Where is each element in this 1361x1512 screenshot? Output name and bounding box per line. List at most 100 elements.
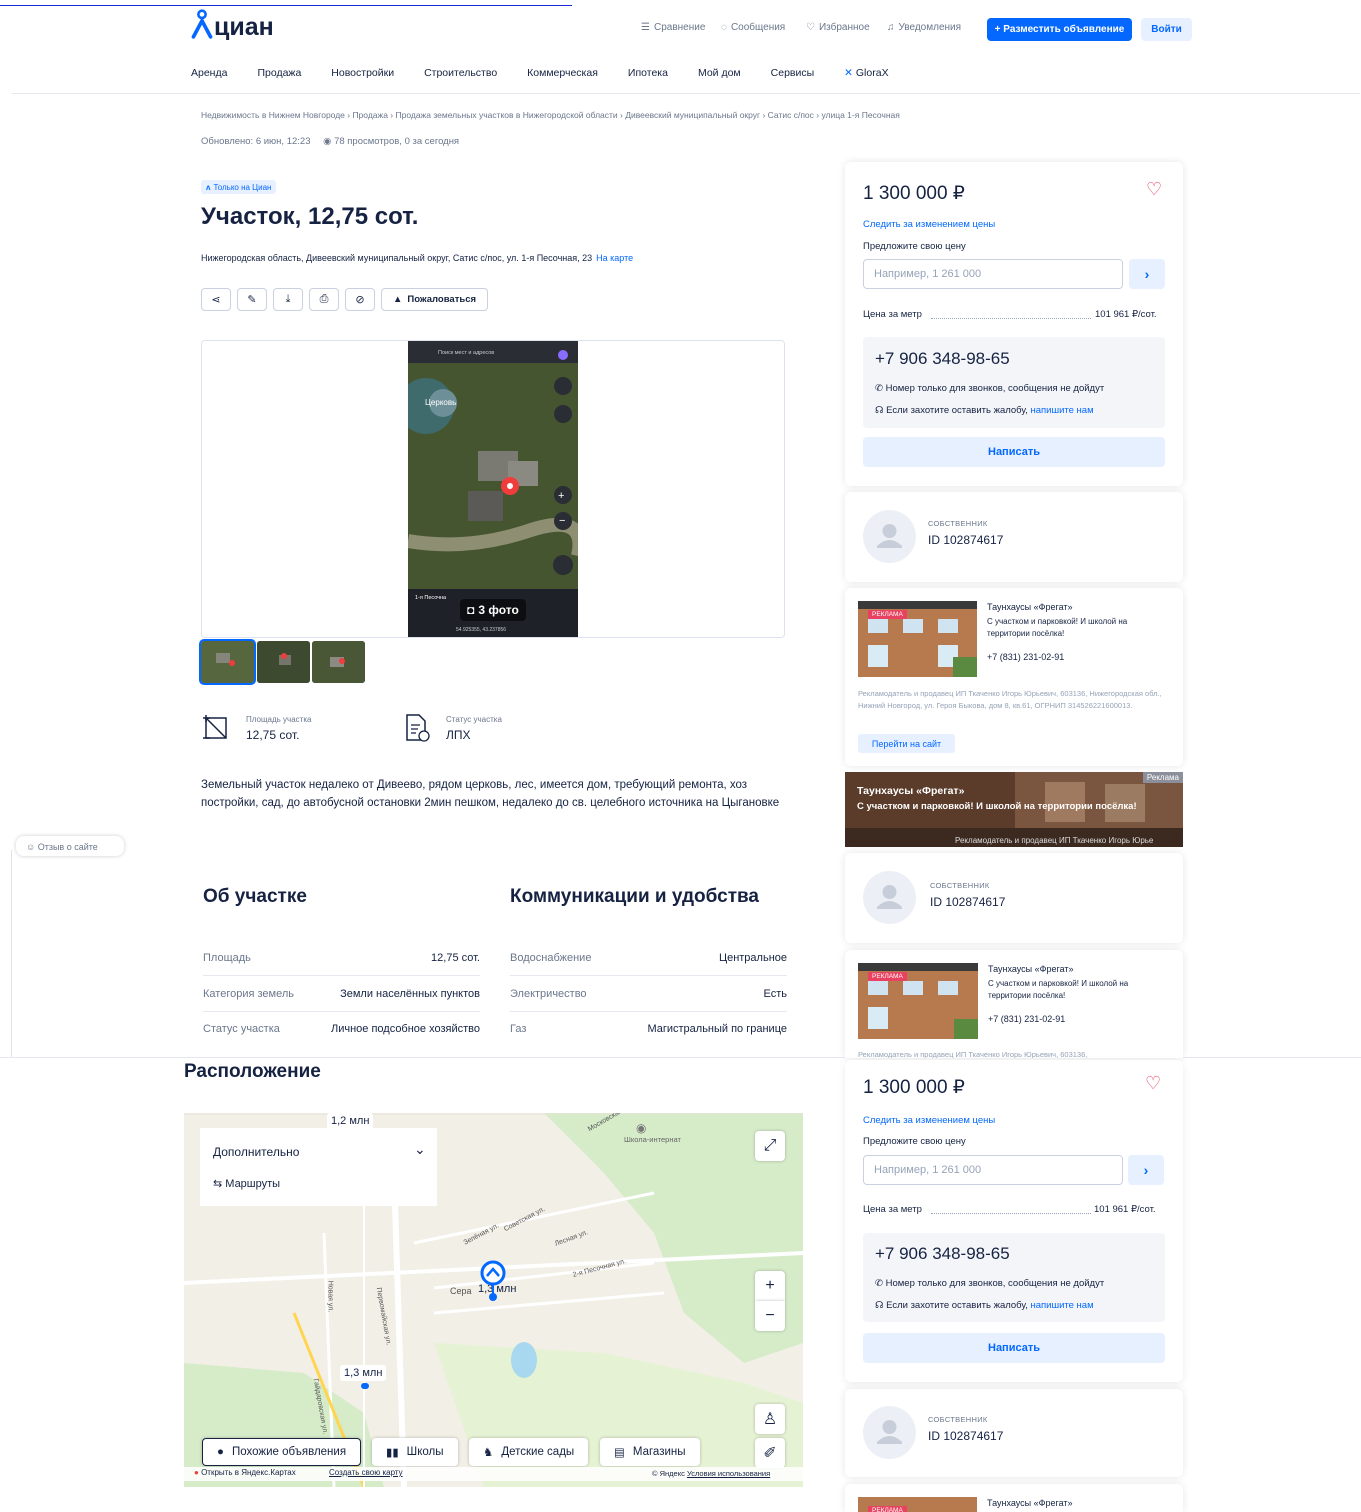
feedback-widget[interactable]: ☺ Отзыв о сайте xyxy=(16,836,124,856)
about-title: Об участке xyxy=(203,886,307,907)
phone-number[interactable]: +7 906 348-98-65 xyxy=(875,1244,1010,1264)
banner-footer: Рекламодатель и продавец ИП Ткаченко Иго… xyxy=(955,836,1154,845)
location-marker-icon[interactable] xyxy=(479,1259,507,1301)
zoom-out-button[interactable]: − xyxy=(755,1301,785,1331)
complaint-link[interactable]: напишите нам xyxy=(1030,1300,1093,1311)
zoom-in-button[interactable]: + xyxy=(755,1271,785,1301)
ad-legal: Рекламодатель и продавец ИП Ткаченко Иго… xyxy=(858,689,1162,710)
update-info: Обновлено: 6 июн, 12:23 ◉ 78 просмотров,… xyxy=(201,136,459,147)
price-pin[interactable]: 1,2 млн xyxy=(327,1113,374,1129)
ad-card[interactable]: РЕКЛАМА Таунхаусы «Фрегат» xyxy=(845,1484,1183,1512)
nav-item-mortgage[interactable]: Ипотека xyxy=(628,67,668,79)
track-price-link[interactable]: Следить за изменением цены xyxy=(863,1115,995,1126)
chip-shops[interactable]: ▤ Магазины xyxy=(600,1438,700,1466)
row-value: 12,75 сот. xyxy=(431,951,480,964)
print-button[interactable]: ⎙ xyxy=(309,288,339,311)
per-meter-label: Цена за метр xyxy=(863,1204,922,1215)
ad-card[interactable]: РЕКЛАМА Таунхаусы «Фрегат» С участком и … xyxy=(845,588,1183,766)
share-button[interactable]: ⋖ xyxy=(201,288,231,311)
map-search-placeholder: Поиск мест и адресов xyxy=(438,350,495,356)
nav-item-services[interactable]: Сервисы xyxy=(771,67,815,79)
complaint-link[interactable]: напишите нам xyxy=(1030,405,1093,416)
nav-item-rent[interactable]: Аренда xyxy=(191,67,227,79)
thumbnail-3[interactable] xyxy=(312,641,365,683)
main-photo[interactable]: Поиск мест и адресов Церковь + − 1-я Пес… xyxy=(408,341,578,637)
write-button[interactable]: Написать xyxy=(863,1333,1165,1363)
nav-item-myhome[interactable]: Мой дом xyxy=(698,67,741,79)
messages-link[interactable]: ◌ Сообщения xyxy=(721,22,785,33)
per-meter-label: Цена за метр xyxy=(863,309,922,320)
map-filter-panel xyxy=(200,1128,437,1206)
price-pin[interactable]: 1,3 млн xyxy=(340,1365,387,1381)
location-title: Расположение xyxy=(184,1061,321,1082)
ad-banner[interactable]: Реклама Таунхаусы «Фрегат» С участком и … xyxy=(845,772,1183,847)
utilities-row: Газ Магистральный по границе xyxy=(510,1011,787,1047)
photo-count-label: 3 фото xyxy=(478,603,519,617)
submit-offer-button[interactable]: › xyxy=(1129,259,1165,289)
logo-text[interactable]: циан xyxy=(214,13,274,42)
chevron-down-icon[interactable]: ⌄ xyxy=(414,1141,426,1158)
edit-button[interactable]: ✎ xyxy=(237,288,267,311)
login-button[interactable]: Войти xyxy=(1141,18,1192,41)
map-copyright: © Яндекс Условия использования xyxy=(652,1469,770,1478)
nav-item-sale[interactable]: Продажа xyxy=(257,67,301,79)
nav-item-glorax[interactable]: ✕ GloraX xyxy=(844,67,888,79)
ad-title: Таунхаусы «Фрегат» xyxy=(988,964,1074,974)
thumbnail-2[interactable] xyxy=(257,641,310,683)
chip-kindergartens[interactable]: ♞ Детские сады xyxy=(469,1438,589,1466)
glorax-label: GloraX xyxy=(855,67,889,79)
ruler-button[interactable]: ✐ xyxy=(755,1438,785,1468)
utilities-title: Коммуникации и удобства xyxy=(510,886,760,907)
create-map-link[interactable]: Создать свою карту xyxy=(329,1468,403,1477)
compare-link[interactable]: ☰ Сравнение xyxy=(641,22,705,33)
track-price-link[interactable]: Следить за изменением цены xyxy=(863,219,995,230)
user-icon xyxy=(877,524,902,548)
chat-icon: ◌ xyxy=(721,22,727,33)
thumbnail-1[interactable] xyxy=(199,639,256,685)
phone-number[interactable]: +7 906 348-98-65 xyxy=(875,349,1010,369)
submit-offer-button[interactable]: › xyxy=(1128,1155,1164,1185)
owner-card: СОБСТВЕННИК ID 102874617 xyxy=(845,492,1183,582)
church-label: Церковь xyxy=(425,398,457,407)
terms-link[interactable]: Условия использования xyxy=(687,1469,770,1478)
ad-card[interactable]: РЕКЛАМА Таунхаусы «Фрегат» С участком и … xyxy=(845,950,1183,1058)
offer-price-input[interactable]: Например, 1 261 000 xyxy=(863,1155,1123,1185)
favorite-heart-icon[interactable]: ♡ xyxy=(1145,1073,1161,1094)
about-row: Площадь 12,75 сот. xyxy=(203,940,480,976)
chip-schools[interactable]: ▮▮ Школы xyxy=(372,1438,458,1466)
zoom-in-icon: + xyxy=(558,490,565,502)
hide-button[interactable]: ⊘ xyxy=(345,288,375,311)
download-button[interactable]: ⤓ xyxy=(273,288,303,311)
on-map-link[interactable]: На карте xyxy=(596,253,633,263)
photo-count-button[interactable]: ◘ 3 фото xyxy=(460,599,526,621)
map-panel-title[interactable]: Дополнительно xyxy=(213,1145,299,1159)
complaint-note-text: Если захотите оставить жалобу, xyxy=(886,1300,1028,1311)
cian-logo-icon[interactable] xyxy=(191,9,213,39)
ad-phone[interactable]: +7 (831) 231-02-91 xyxy=(987,652,1064,662)
nav-item-newbuildings[interactable]: Новостройки xyxy=(331,67,394,79)
panorama-button[interactable]: ♙ xyxy=(755,1404,785,1434)
chip-similar[interactable]: ● Похожие объявления xyxy=(202,1438,362,1466)
post-ad-button[interactable]: + Разместить объявление xyxy=(987,18,1132,41)
top-link-underline[interactable] xyxy=(0,0,572,6)
complain-button[interactable]: ▲ Пожаловаться xyxy=(381,288,488,311)
nav-item-construction[interactable]: Строительство xyxy=(424,67,497,79)
write-button[interactable]: Написать xyxy=(863,437,1165,467)
favorites-label: Избранное xyxy=(818,22,870,33)
ad-phone[interactable]: +7 (831) 231-02-91 xyxy=(988,1014,1065,1024)
expand-map-button[interactable]: ⤢ xyxy=(755,1131,785,1161)
location-map[interactable]: Дополнительно ⌄ ⇆ Маршруты 1,2 млн 1,3 м… xyxy=(184,1113,803,1487)
breadcrumb[interactable]: Недвижимость в Нижнем Новгороде › Продаж… xyxy=(201,110,900,120)
notifications-link[interactable]: ♫ Уведомления xyxy=(887,22,961,33)
open-yandex-link[interactable]: ● Открыть в Яндекс.Картах xyxy=(194,1468,296,1477)
toolbar: ⋖ ✎ ⤓ ⎙ ⊘ ▲ Пожаловаться xyxy=(201,288,488,311)
favorite-heart-icon[interactable]: ♡ xyxy=(1146,179,1162,200)
routes-toggle[interactable]: ⇆ Маршруты xyxy=(213,1177,280,1190)
offer-price-input[interactable]: Например, 1 261 000 xyxy=(863,259,1123,289)
owner-label: СОБСТВЕННИК xyxy=(928,1415,988,1424)
notifications-label: Уведомления xyxy=(898,22,962,33)
favorites-link[interactable]: ♡ Избранное xyxy=(806,22,870,33)
pin-icon: ● xyxy=(217,1446,224,1458)
ad-site-button[interactable]: Перейти на сайт xyxy=(858,734,955,753)
nav-item-commercial[interactable]: Коммерческая xyxy=(527,67,598,79)
